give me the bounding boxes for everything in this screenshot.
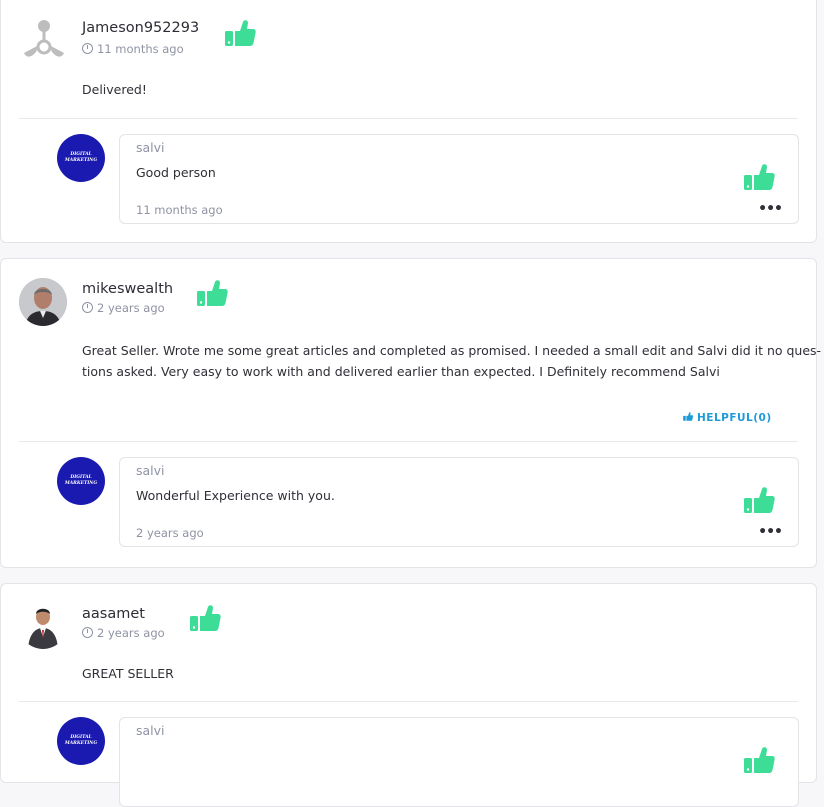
thumbs-up-icon (742, 483, 776, 517)
review-card: mikeswealth 2 years ago Great Seller. Wr… (0, 258, 822, 568)
seller-reply: salvi (119, 717, 799, 807)
seller-avatar: DIGITAL MARKETING (57, 717, 105, 765)
reviewer-name[interactable]: Jameson952293 (82, 20, 199, 36)
seller-avatar: DIGITAL MARKETING (57, 457, 105, 505)
thumbs-up-icon (195, 276, 229, 310)
more-options-icon[interactable]: ••• (758, 201, 783, 217)
review-time: 2 years ago (82, 626, 165, 640)
reviewer-avatar (19, 601, 67, 649)
review-time: 11 months ago (82, 42, 184, 56)
seller-reply: salvi Good person 11 months ago ••• (119, 134, 799, 224)
reviewer-name[interactable]: mikeswealth (82, 281, 173, 297)
reply-author[interactable]: salvi (136, 723, 165, 738)
divider (19, 118, 798, 119)
review-text: GREAT SELLER (82, 666, 174, 681)
reply-text: Good person (136, 165, 216, 180)
thumbs-up-icon (683, 412, 694, 421)
reply-author[interactable]: salvi (136, 140, 165, 155)
more-options-icon[interactable]: ••• (758, 524, 783, 540)
clock-icon (82, 43, 93, 54)
review-text: Great Seller. Wrote me some great articl… (82, 343, 822, 379)
reply-time: 2 years ago (136, 526, 204, 540)
review-card: aasamet 2 years ago GREAT SELLER DIGITAL… (0, 583, 817, 807)
reply-author[interactable]: salvi (136, 463, 165, 478)
review-card: Jameson952293 11 months ago Delivered! D… (0, 0, 817, 243)
clock-icon (82, 627, 93, 638)
clock-icon (82, 302, 93, 313)
default-avatar (20, 16, 68, 64)
thumbs-up-icon (223, 16, 257, 50)
reviewer-avatar (19, 278, 67, 326)
review-text: Delivered! (82, 82, 147, 97)
reply-text: Wonderful Experience with you. (136, 488, 335, 503)
reviewer-name[interactable]: aasamet (82, 606, 145, 622)
seller-reply: salvi Wonderful Experience with you. 2 y… (119, 457, 799, 547)
divider (19, 441, 798, 442)
thumbs-up-icon (188, 601, 222, 635)
thumbs-up-icon (742, 743, 776, 777)
divider (19, 701, 798, 702)
review-time: 2 years ago (82, 301, 165, 315)
thumbs-up-icon (742, 160, 776, 194)
reply-time: 11 months ago (136, 203, 223, 217)
seller-avatar: DIGITAL MARKETING (57, 134, 105, 182)
helpful-button[interactable]: HELPFUL(0) (682, 411, 772, 424)
